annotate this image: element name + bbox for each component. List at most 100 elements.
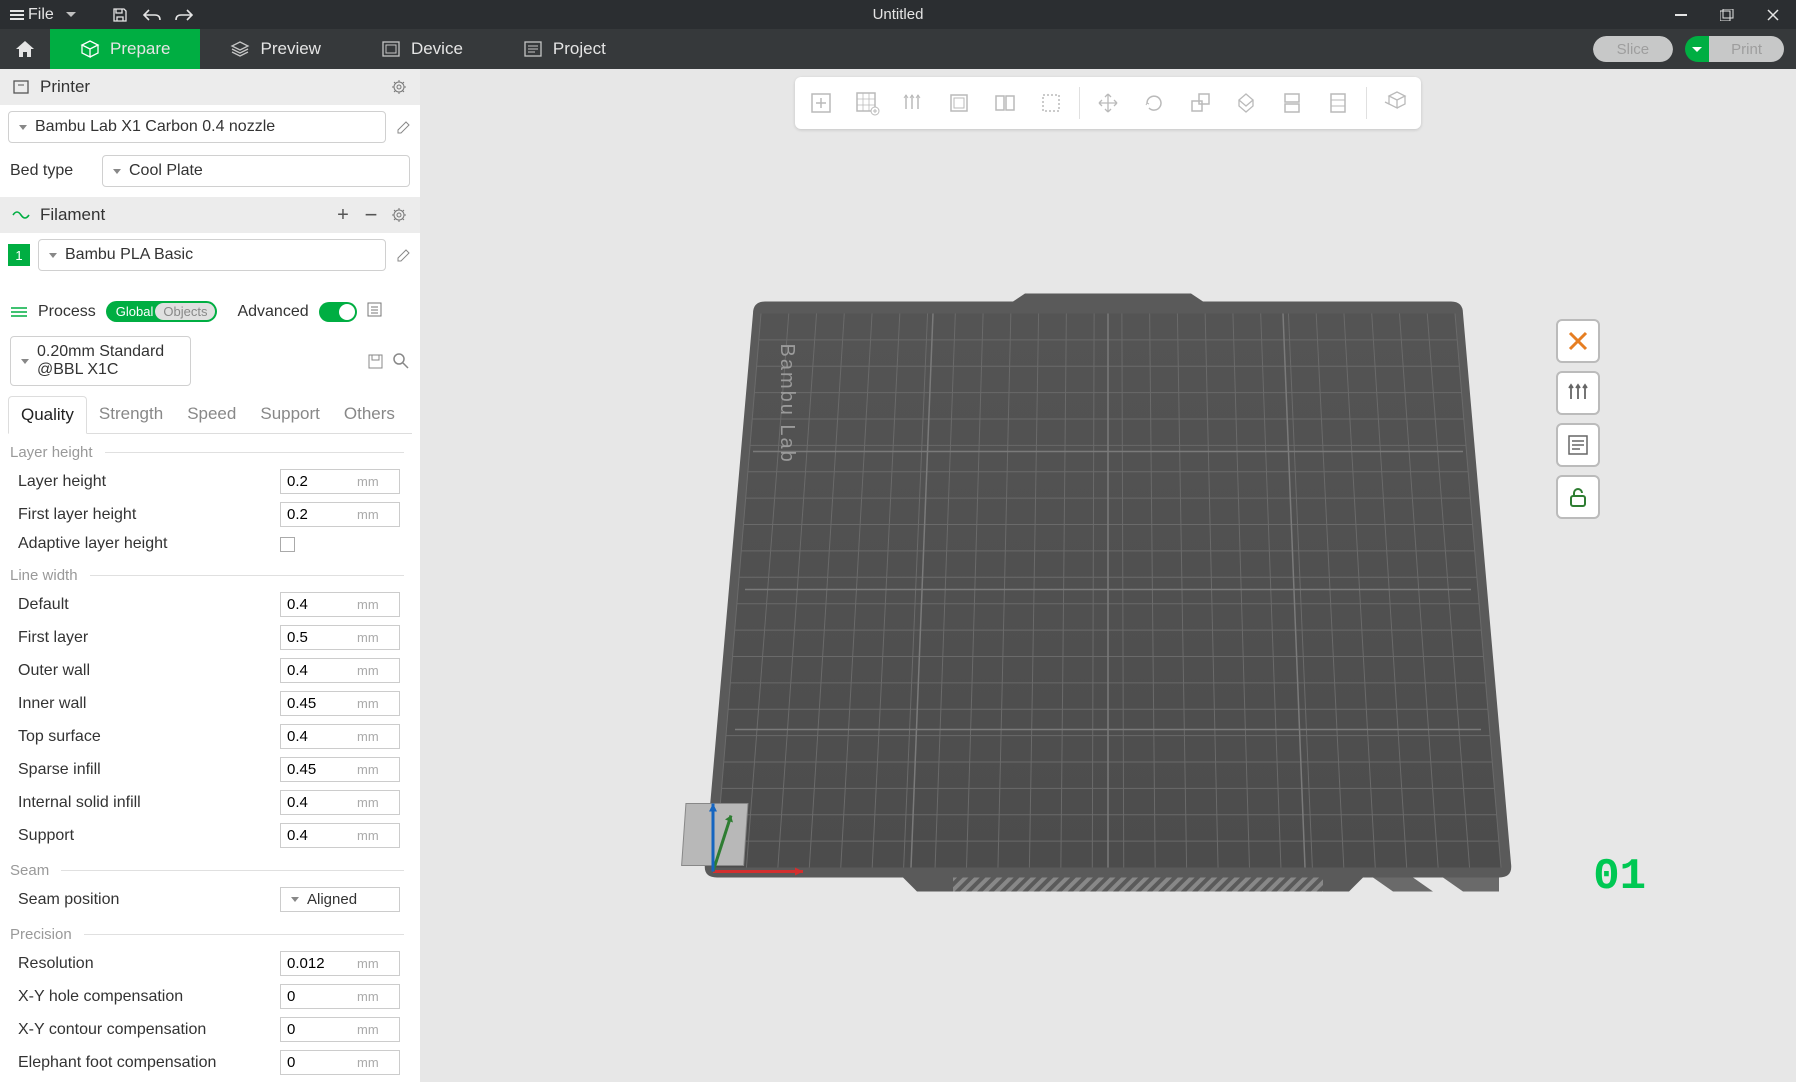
scale-button[interactable] (1178, 81, 1222, 125)
process-icon (10, 304, 28, 320)
slice-button[interactable]: Slice (1593, 36, 1674, 62)
lw-first-layer-label: First layer (14, 629, 270, 647)
settings-panel[interactable]: Layer height Layer heightmm First layer … (0, 434, 420, 1082)
xy-contour-input[interactable]: mm (280, 1017, 400, 1042)
undo-button[interactable] (142, 5, 162, 25)
list-icon[interactable] (367, 302, 382, 322)
printer-header-label: Printer (40, 77, 90, 97)
save-button[interactable] (110, 5, 130, 25)
viewport[interactable]: Bambu Lab 01 (420, 69, 1796, 1082)
printer-select[interactable]: Bambu Lab X1 Carbon 0.4 nozzle (8, 111, 386, 143)
lw-default-input[interactable]: mm (280, 592, 400, 617)
search-icon[interactable] (392, 352, 410, 370)
adaptive-layer-checkbox[interactable] (280, 537, 295, 552)
lw-outer-wall-input[interactable]: mm (280, 658, 400, 683)
printer-icon (12, 78, 30, 96)
tab-quality[interactable]: Quality (8, 396, 87, 434)
lw-support-input[interactable]: mm (280, 823, 400, 848)
lw-inner-wall-input[interactable]: mm (280, 691, 400, 716)
tab-project[interactable]: Project (493, 29, 636, 69)
cut-button[interactable] (1270, 81, 1314, 125)
home-button[interactable] (0, 29, 50, 69)
remove-plate-button[interactable] (1556, 319, 1600, 363)
add-filament-icon[interactable]: + (334, 206, 352, 224)
process-header: Process Global Objects Advanced (0, 293, 420, 330)
lw-top-surface-input[interactable]: mm (280, 724, 400, 749)
process-tabs: Quality Strength Speed Support Others (8, 396, 412, 434)
chevron-down-icon (19, 125, 27, 130)
bed-brand-text: Bambu Lab (776, 344, 798, 464)
tab-strength[interactable]: Strength (87, 396, 175, 433)
arrange-plate-button[interactable] (1556, 371, 1600, 415)
edit-printer-icon[interactable] (394, 118, 412, 136)
save-preset-icon[interactable] (366, 352, 384, 370)
tab-speed[interactable]: Speed (175, 396, 248, 433)
add-object-button[interactable] (799, 81, 843, 125)
pill-global: Global (116, 304, 154, 319)
lw-internal-solid-input[interactable]: mm (280, 790, 400, 815)
titlebar: File Untitled (0, 0, 1796, 29)
xy-hole-input[interactable]: mm (280, 984, 400, 1009)
tab-others[interactable]: Others (332, 396, 407, 433)
mesh-button[interactable] (1316, 81, 1360, 125)
print-dropdown[interactable] (1685, 36, 1709, 62)
hamburger-icon (10, 8, 24, 22)
remove-filament-icon[interactable]: − (362, 206, 380, 224)
plate-actions (1556, 319, 1600, 519)
split-button[interactable] (983, 81, 1027, 125)
filament-selected: Bambu PLA Basic (65, 246, 193, 264)
resolution-input[interactable]: mm (280, 951, 400, 976)
file-menu-label: File (28, 6, 54, 24)
maximize-button[interactable] (1704, 0, 1750, 29)
layers-icon (230, 41, 250, 57)
cube-icon (80, 40, 100, 58)
height-range-button[interactable] (1029, 81, 1073, 125)
advanced-toggle[interactable] (319, 302, 357, 322)
tab-device-label: Device (411, 39, 463, 59)
bed-type-select[interactable]: Cool Plate (102, 155, 410, 187)
print-button[interactable]: Print (1709, 36, 1784, 62)
process-header-label: Process (38, 303, 96, 321)
seam-position-select[interactable]: Aligned (280, 887, 400, 912)
tab-preview[interactable]: Preview (200, 29, 350, 69)
lw-sparse-infill-input[interactable]: mm (280, 757, 400, 782)
orient-button[interactable] (937, 81, 981, 125)
close-button[interactable] (1750, 0, 1796, 29)
file-menu[interactable]: File (10, 6, 54, 24)
move-button[interactable] (1086, 81, 1130, 125)
layer-height-input[interactable]: mm (280, 469, 400, 494)
printer-selected: Bambu Lab X1 Carbon 0.4 nozzle (35, 118, 275, 136)
process-preset-select[interactable]: 0.20mm Standard @BBL X1C (10, 336, 191, 386)
edit-filament-icon[interactable] (394, 246, 412, 264)
redo-button[interactable] (174, 5, 194, 25)
first-layer-height-input[interactable]: mm (280, 502, 400, 527)
rotate-button[interactable] (1132, 81, 1176, 125)
filament-select[interactable]: Bambu PLA Basic (38, 239, 386, 271)
lw-top-surface-label: Top surface (14, 728, 270, 746)
viewport-toolbar (795, 77, 1421, 129)
filament-slot[interactable]: 1 (8, 244, 30, 266)
bed-type-value: Cool Plate (129, 162, 203, 180)
assembly-button[interactable] (1373, 81, 1417, 125)
tab-device[interactable]: Device (351, 29, 493, 69)
tab-prepare[interactable]: Prepare (50, 29, 200, 69)
arrange-button[interactable] (891, 81, 935, 125)
filament-icon (12, 208, 30, 222)
minimize-button[interactable] (1658, 0, 1704, 29)
add-plate-button[interactable] (845, 81, 889, 125)
elephant-foot-input[interactable]: mm (280, 1050, 400, 1075)
first-layer-height-label: First layer height (14, 506, 270, 524)
chevron-down-icon[interactable] (66, 12, 76, 17)
lay-flat-button[interactable] (1224, 81, 1268, 125)
lw-first-layer-input[interactable]: mm (280, 625, 400, 650)
gear-icon[interactable] (390, 78, 408, 96)
plate-settings-button[interactable] (1556, 423, 1600, 467)
global-objects-toggle[interactable]: Global Objects (106, 301, 218, 322)
advanced-label: Advanced (237, 303, 308, 321)
tab-project-label: Project (553, 39, 606, 59)
pill-objects: Objects (155, 303, 215, 320)
printer-header: Printer (0, 69, 420, 105)
lock-plate-button[interactable] (1556, 475, 1600, 519)
tab-support[interactable]: Support (248, 396, 332, 433)
gear-icon[interactable] (390, 206, 408, 224)
